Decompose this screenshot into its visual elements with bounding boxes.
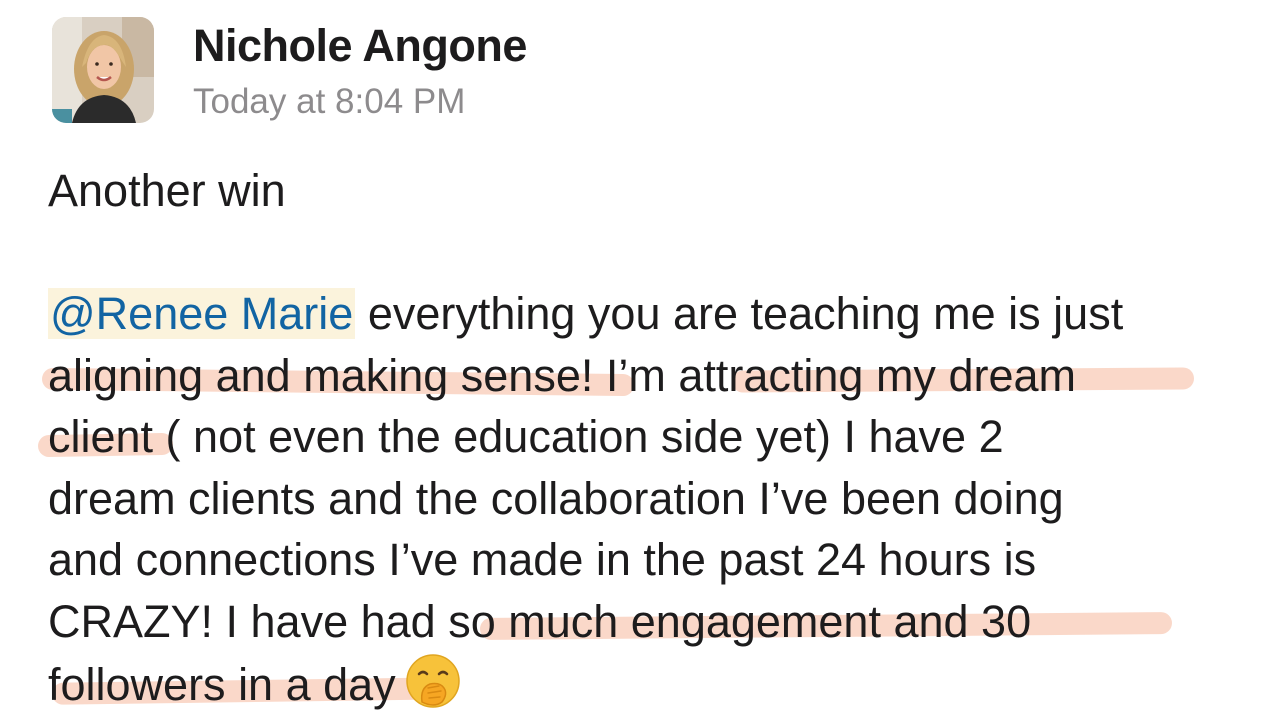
message-line: CRAZY! I have had so much engagement and… (48, 595, 1032, 647)
author-name[interactable]: Nichole Angone (193, 18, 527, 74)
message-line: followers in a day (48, 659, 396, 710)
message-line: client ( not even the education side yet… (48, 411, 1004, 462)
message-first-line: Another win (48, 165, 286, 216)
message-line: everything you are teaching me is just (355, 288, 1124, 339)
message-timestamp[interactable]: Today at 8:04 PM (193, 80, 465, 124)
user-mention[interactable]: @Renee Marie (48, 288, 356, 339)
face-with-hand-over-mouth-icon (404, 652, 462, 710)
message-body: Another win @Renee Marie everything you … (37, 160, 1263, 714)
message-line: dream clients and the collaboration I’ve… (48, 472, 1064, 524)
avatar[interactable] (52, 17, 154, 123)
message-line: aligning and making sense! I’m attractin… (48, 349, 1076, 401)
message-line: and connections I’ve made in the past 24… (48, 534, 1037, 585)
user-avatar-photo-icon (52, 17, 154, 123)
